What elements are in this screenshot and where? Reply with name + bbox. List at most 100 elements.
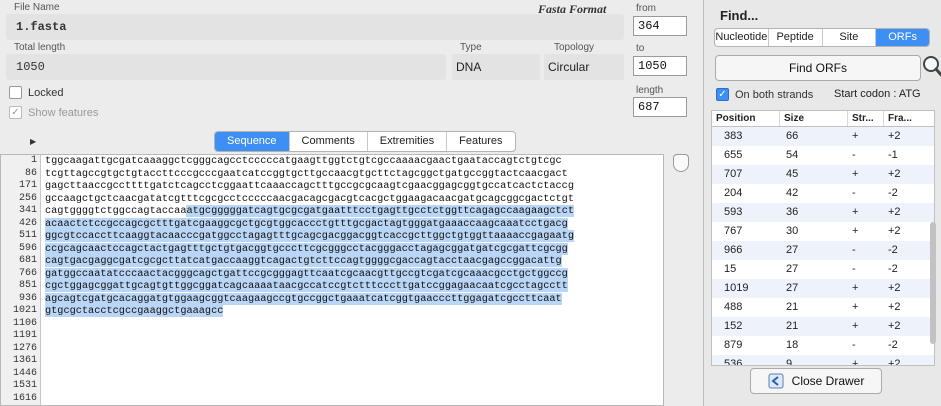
tab-nucleotide[interactable]: Nucleotide — [715, 29, 769, 46]
zoom-slider-knob[interactable] — [673, 154, 689, 172]
tab-site[interactable]: Site — [823, 29, 877, 46]
selected-sequence-segment[interactable]: ggcgtccaccttcaaggtacaacccgatggcctagagttt… — [45, 230, 574, 242]
table-row[interactable]: 536 9 + +2 — [712, 355, 934, 366]
check-icon[interactable]: ✓ — [716, 88, 729, 101]
line-number: 681 — [18, 255, 37, 266]
sequence-line[interactable]: acaactctccgccagcgctttgatcgaaggcgctgcgtgg… — [45, 217, 663, 231]
orf-size: 66 — [786, 130, 799, 142]
sequence-text[interactable]: tggcaagattgcgatcaaaggctcgggcagcctcccccat… — [45, 155, 663, 406]
sequence-line[interactable]: agcagtcgatgcacaggatgtggaagcggtcaagaagccg… — [45, 292, 663, 306]
sequence-segment[interactable]: tcgttagccgtgctgtaccttcccgcccgaatcatccggt… — [45, 168, 568, 180]
orf-frame: +2 — [888, 358, 901, 366]
orf-strand: + — [852, 206, 859, 218]
sequence-segment[interactable]: tggcaagattgcgatcaaaggctcgggcagcctcccccat… — [45, 155, 562, 167]
table-body: 383 66 + +2 655 54 - -1 707 45 + +2 204 42 - -2 593 36 + +2… — [712, 127, 934, 366]
sequence-line[interactable]: cgctggagcggattgcagtgttggcggatcagcaaaataa… — [45, 280, 663, 293]
close-drawer-button[interactable]: Close Drawer — [750, 368, 882, 394]
orf-position: 1019 — [724, 282, 749, 294]
length-input[interactable] — [633, 97, 687, 117]
column-size[interactable]: Size — [780, 111, 848, 126]
sequence-line[interactable]: cagtggggtctggccagtaccaaatgcgggggatcagtgc… — [45, 205, 663, 218]
find-drawer: Find... Nucleotide Peptide Site ORFs Fin… — [703, 0, 941, 406]
selected-sequence-segment[interactable]: cgctggagcggattgcagtgttggcggatcagcaaaataa… — [45, 280, 568, 292]
from-input[interactable] — [633, 16, 687, 36]
orf-results-table[interactable]: Position Size Str... Fra... 383 66 + +2 655 5… — [711, 110, 935, 366]
selected-sequence-segment[interactable]: ccgcagcaactccagctactgagtttgctgtgacggtgcc… — [45, 242, 568, 255]
find-orfs-button[interactable]: Find ORFs — [715, 55, 921, 81]
orf-frame: -2 — [888, 187, 898, 199]
sequence-line[interactable] — [45, 355, 663, 368]
file-name-field[interactable]: 1.fasta — [6, 14, 624, 40]
sequence-line[interactable]: gccaagctgctcaacgatatcgtttcgcgcctcccccaac… — [45, 193, 663, 206]
table-row[interactable]: 966 27 - -2 — [712, 241, 934, 260]
table-row[interactable]: 15 27 - -2 — [712, 260, 934, 279]
total-length-label: Total length — [14, 42, 66, 53]
sequence-line[interactable]: gtgcgctacctcgccgaaggctgaaagcc — [45, 305, 663, 318]
type-label: Type — [460, 42, 482, 53]
selected-sequence-segment[interactable]: acaactctccgccagcgctttgatcgaaggcgctgcgtgg… — [45, 217, 568, 230]
orf-size: 42 — [786, 187, 799, 199]
sequence-line[interactable]: ccgcagcaactccagctactgagtttgctgtgacggtgcc… — [45, 242, 663, 256]
tab-orfs[interactable]: ORFs — [876, 29, 929, 46]
both-strands-label: On both strands — [735, 88, 814, 101]
orf-position: 536 — [724, 358, 743, 366]
orf-strand: + — [852, 358, 859, 366]
table-row[interactable]: 383 66 + +2 — [712, 127, 934, 146]
sequence-line[interactable] — [45, 343, 663, 356]
table-scrollbar-thumb[interactable] — [930, 222, 936, 344]
selected-sequence-segment[interactable]: gtgcgctacctcgccgaaggctgaaagcc — [45, 305, 224, 317]
line-number: 1021 — [12, 305, 37, 316]
table-row[interactable]: 593 36 + +2 — [712, 203, 934, 222]
sequence-segment[interactable]: gccaagctgctcaacgatatcgtttcgcgcctcccccaac… — [45, 193, 574, 205]
table-row[interactable]: 204 42 - -2 — [712, 184, 934, 203]
disclosure-triangle-icon[interactable]: ▶ — [30, 137, 36, 146]
table-row[interactable]: 707 45 + +2 — [712, 165, 934, 184]
tab-extremities[interactable]: Extremities — [368, 132, 448, 151]
tab-features[interactable]: Features — [447, 132, 514, 151]
table-row[interactable]: 488 21 + +2 — [712, 298, 934, 317]
column-strand[interactable]: Str... — [848, 111, 884, 126]
sequence-line[interactable] — [45, 393, 663, 406]
sequence-line[interactable]: tggcaagattgcgatcaaaggctcgggcagcctcccccat… — [45, 155, 663, 168]
selected-sequence-segment[interactable]: cagtgacgaggcgatcgcgcttatcatgaccaaggtcaga… — [45, 255, 562, 267]
sequence-panel[interactable]: 1 86 171 256 341 426 511 596 681 766 851 936 1021 110… — [0, 154, 664, 406]
sequence-line[interactable]: ggcgtccaccttcaaggtacaacccgatggcctagagttt… — [45, 230, 663, 243]
sequence-line[interactable]: gagcttaaccgccttttgatctcagcctcggaattcaaac… — [45, 180, 663, 193]
table-row[interactable]: 655 54 - -1 — [712, 146, 934, 165]
length-label: length — [636, 85, 664, 96]
sequence-segment[interactable]: cagtggggtctggccagtaccaa — [45, 205, 186, 217]
to-input[interactable] — [633, 56, 687, 76]
sequence-segment[interactable]: gagcttaaccgccttttgatctcagcctcggaattcaaac… — [45, 180, 574, 192]
show-features-label: Show features — [28, 106, 99, 119]
locked-checkbox[interactable]: Locked — [9, 86, 63, 99]
selected-sequence-segment[interactable]: atgcgggggatcagtgcgcgatgaatttcctgagttgcct… — [186, 205, 574, 217]
check-icon[interactable]: ✓ — [9, 106, 22, 119]
orf-size: 30 — [786, 225, 799, 237]
sequence-line[interactable] — [45, 368, 663, 381]
table-row[interactable]: 767 30 + +2 — [712, 222, 934, 241]
sequence-line[interactable]: cagtgacgaggcgatcgcgcttatcatgaccaaggtcaga… — [45, 255, 663, 268]
sequence-line[interactable] — [45, 330, 663, 343]
line-number: 1191 — [12, 330, 37, 341]
table-row[interactable]: 879 18 - -2 — [712, 336, 934, 355]
sequence-line[interactable] — [45, 318, 663, 331]
selected-sequence-segment[interactable]: agcagtcgatgcacaggatgtggaagcggtcaagaagccg… — [45, 292, 562, 305]
both-strands-checkbox[interactable]: ✓ On both strands — [716, 88, 813, 101]
tab-comments[interactable]: Comments — [290, 132, 368, 151]
zoom-slider-track[interactable] — [667, 154, 691, 406]
magnifier-icon[interactable] — [921, 54, 941, 80]
table-row[interactable]: 1019 27 + +2 — [712, 279, 934, 298]
orf-position: 15 — [724, 263, 737, 275]
checkbox-box[interactable] — [9, 86, 22, 99]
tab-peptide[interactable]: Peptide — [769, 29, 823, 46]
sequence-line[interactable]: tcgttagccgtgctgtaccttcccgcccgaatcatccggt… — [45, 168, 663, 181]
orf-position: 655 — [724, 149, 743, 161]
column-position[interactable]: Position — [712, 111, 780, 126]
show-features-checkbox[interactable]: ✓ Show features — [9, 106, 98, 119]
sequence-line[interactable]: gatggccaatatcccaactacgggcagctgattccgcggg… — [45, 267, 663, 281]
selected-sequence-segment[interactable]: gatggccaatatcccaactacgggcagctgattccgcggg… — [45, 267, 568, 280]
tab-sequence[interactable]: Sequence — [215, 132, 290, 151]
column-frame[interactable]: Fra... — [884, 111, 924, 126]
table-row[interactable]: 152 21 + +2 — [712, 317, 934, 336]
sequence-line[interactable] — [45, 380, 663, 393]
